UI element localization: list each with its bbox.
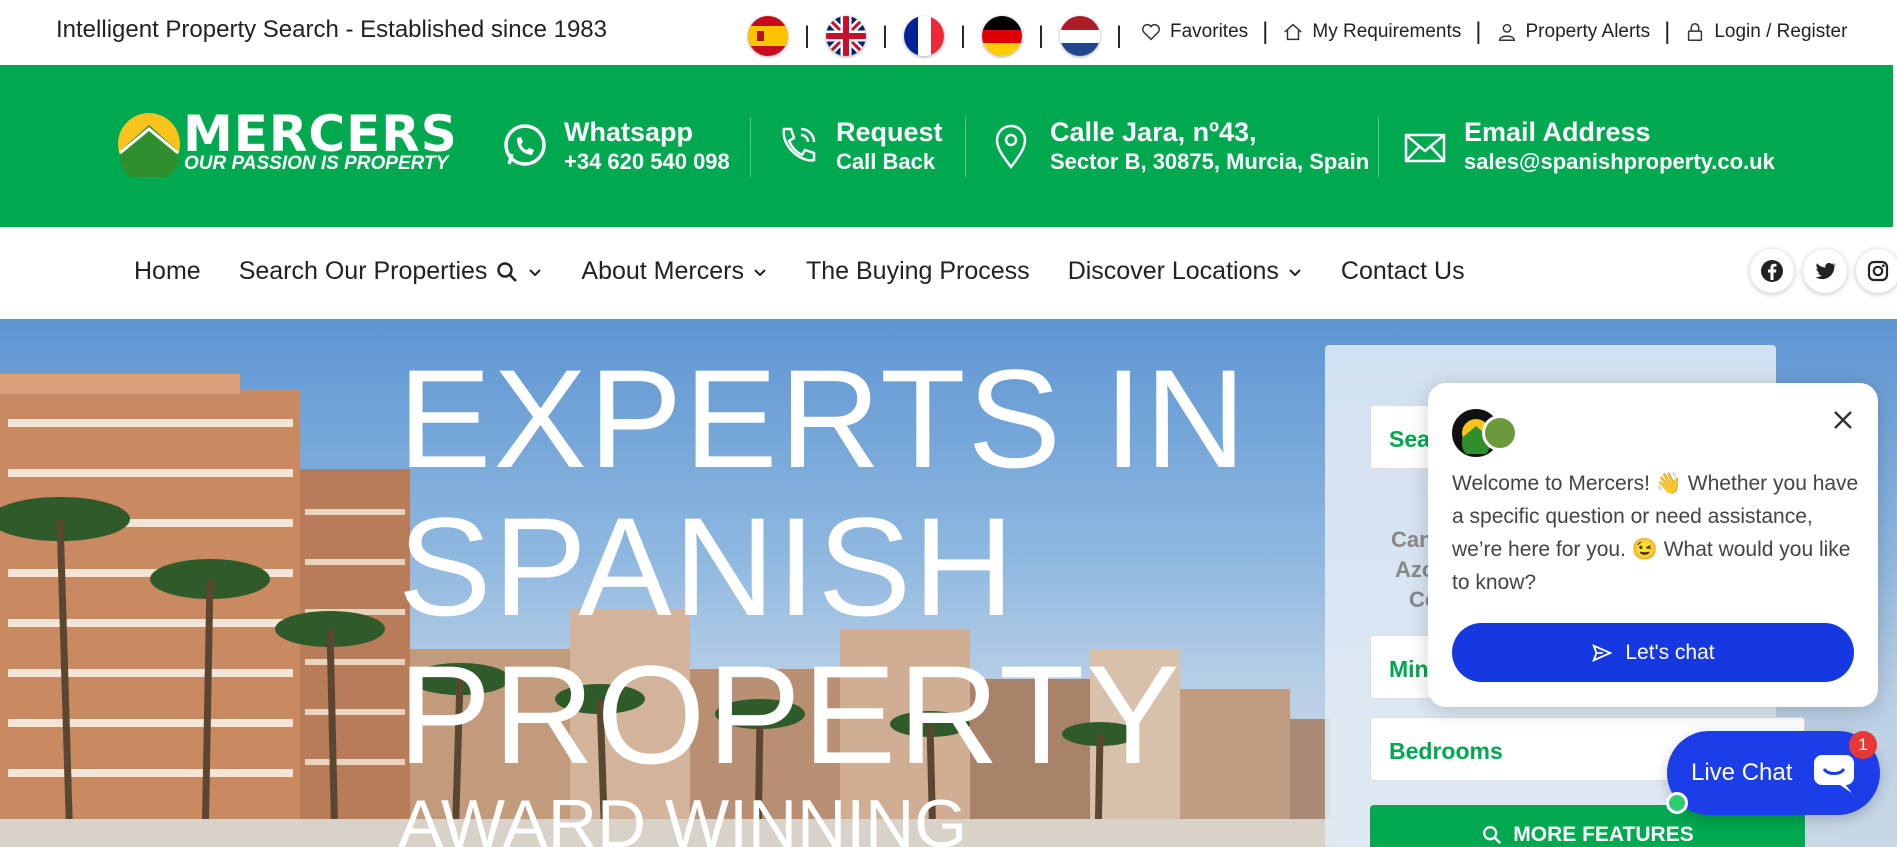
office-address: Calle Jara, nº43, Sector B, 30875, Murci… <box>986 117 1369 177</box>
main-navigation: Home Search Our Properties About Mercers… <box>0 227 1897 319</box>
account-links: Favorites | My Requirements | Property A… <box>1140 18 1847 46</box>
french-flag-icon[interactable] <box>904 16 944 56</box>
logo-tagline: OUR PASSION IS PROPERTY <box>184 153 449 174</box>
email-contact[interactable]: Email Address sales@spanishproperty.co.u… <box>1400 117 1775 177</box>
email-title: Email Address <box>1464 117 1651 147</box>
facebook-icon <box>1761 260 1783 282</box>
separator: | <box>959 22 967 49</box>
nav-discover-locations[interactable]: Discover Locations <box>1068 257 1303 286</box>
hero-subheading: AWARD WINNING <box>398 786 968 847</box>
spanish-flag-icon[interactable] <box>748 16 788 56</box>
chevron-down-icon <box>1289 268 1301 276</box>
uk-flag-icon[interactable] <box>826 16 866 56</box>
address-line1: Calle Jara, nº43, <box>1050 117 1257 147</box>
my-requirements-label: My Requirements <box>1312 21 1462 42</box>
logo-house-icon <box>118 113 180 177</box>
favorites-label: Favorites <box>1170 21 1249 42</box>
phone-icon <box>782 127 816 162</box>
nav-home-label: Home <box>134 257 201 285</box>
email-address: sales@spanishproperty.co.uk <box>1464 149 1775 174</box>
facebook-link[interactable] <box>1750 249 1794 293</box>
house-icon <box>1284 23 1303 41</box>
separator: | <box>1115 22 1123 49</box>
address-line2: Sector B, 30875, Murcia, Spain <box>1050 149 1370 174</box>
divider <box>1378 117 1379 177</box>
unread-badge: 1 <box>1849 731 1877 759</box>
separator: | <box>1037 22 1045 49</box>
separator: | <box>1664 18 1671 45</box>
mercers-logo[interactable]: MERCERS OUR PASSION IS PROPERTY <box>116 105 457 185</box>
nav-discover-label: Discover Locations <box>1067 257 1279 285</box>
property-alerts-link[interactable]: Property Alerts <box>1496 21 1651 43</box>
live-chat-label: Live Chat <box>1691 759 1793 786</box>
chat-welcome-message: Welcome to Mercers! 👋 Whether you have a… <box>1452 472 1859 594</box>
instagram-link[interactable] <box>1856 249 1897 293</box>
my-requirements-link[interactable]: My Requirements <box>1282 21 1461 43</box>
agent-avatar-secondary <box>1482 415 1518 451</box>
chat-popup: Welcome to Mercers! 👋 Whether you have a… <box>1428 383 1878 707</box>
chat-bubble-icon <box>1814 755 1854 793</box>
whatsapp-icon <box>504 124 546 166</box>
property-alerts-label: Property Alerts <box>1525 21 1651 42</box>
nav-contact-us[interactable]: Contact Us <box>1341 257 1465 286</box>
site-tagline: Intelligent Property Search - Establishe… <box>56 16 607 43</box>
search-icon <box>497 261 518 282</box>
chevron-down-icon <box>754 268 766 276</box>
divider <box>965 117 966 177</box>
language-selector: | | | | | <box>748 16 1138 56</box>
nav-home[interactable]: Home <box>134 257 201 286</box>
nav-buying-process[interactable]: The Buying Process <box>806 257 1030 286</box>
nav-about-mercers[interactable]: About Mercers <box>581 257 768 286</box>
hero-heading-line3: PROPERTY <box>398 636 1182 793</box>
close-icon[interactable] <box>1828 405 1858 435</box>
more-features-label: MORE FEATURES <box>1513 823 1694 846</box>
heart-icon <box>1142 23 1160 41</box>
hero-heading: EXPERTS IN SPANISH PROPERTY <box>398 345 1248 789</box>
german-flag-icon[interactable] <box>982 16 1022 56</box>
whatsapp-contact[interactable]: Whatsapp +34 620 540 098 <box>500 117 730 177</box>
nav-contact-label: Contact Us <box>1340 257 1465 285</box>
nav-buying-label: The Buying Process <box>805 257 1030 285</box>
separator: | <box>1262 18 1269 45</box>
dutch-flag-icon[interactable] <box>1060 16 1100 56</box>
chevron-down-icon <box>529 268 542 276</box>
user-icon <box>1498 23 1515 41</box>
send-icon <box>1592 643 1613 662</box>
nav-about-label: About Mercers <box>581 257 744 285</box>
envelope-icon <box>1404 133 1446 163</box>
separator: | <box>803 22 811 49</box>
whatsapp-number: +34 620 540 098 <box>564 149 730 174</box>
divider <box>750 117 751 177</box>
location-label-1: Can <box>1391 527 1433 552</box>
favorites-link[interactable]: Favorites <box>1140 21 1248 43</box>
request-callback[interactable]: Request Call Back <box>772 117 943 177</box>
lets-chat-button[interactable]: Let's chat <box>1452 623 1854 682</box>
lets-chat-label: Let's chat <box>1625 640 1715 664</box>
callback-title: Request <box>836 117 943 147</box>
separator: | <box>881 22 889 49</box>
hero-heading-line1: EXPERTS IN <box>398 340 1248 497</box>
contact-header: MERCERS OUR PASSION IS PROPERTY Whatsapp… <box>0 65 1893 227</box>
login-register-label: Login / Register <box>1714 21 1848 42</box>
twitter-icon <box>1815 262 1836 280</box>
lock-icon <box>1688 23 1703 41</box>
hero-heading-line2: SPANISH <box>398 488 1017 645</box>
twitter-link[interactable] <box>1803 249 1847 293</box>
login-register-link[interactable]: Login / Register <box>1684 21 1847 43</box>
search-icon <box>1483 826 1502 845</box>
top-bar: Intelligent Property Search - Establishe… <box>0 0 1897 65</box>
instagram-icon <box>1867 260 1889 282</box>
location-pin-icon <box>995 124 1027 170</box>
online-status-dot <box>1666 792 1688 814</box>
nav-search-properties[interactable]: Search Our Properties <box>239 257 544 286</box>
nav-search-label: Search Our Properties <box>238 257 488 285</box>
separator: | <box>1475 18 1482 45</box>
whatsapp-title: Whatsapp <box>564 117 694 147</box>
callback-sub: Call Back <box>836 149 936 174</box>
